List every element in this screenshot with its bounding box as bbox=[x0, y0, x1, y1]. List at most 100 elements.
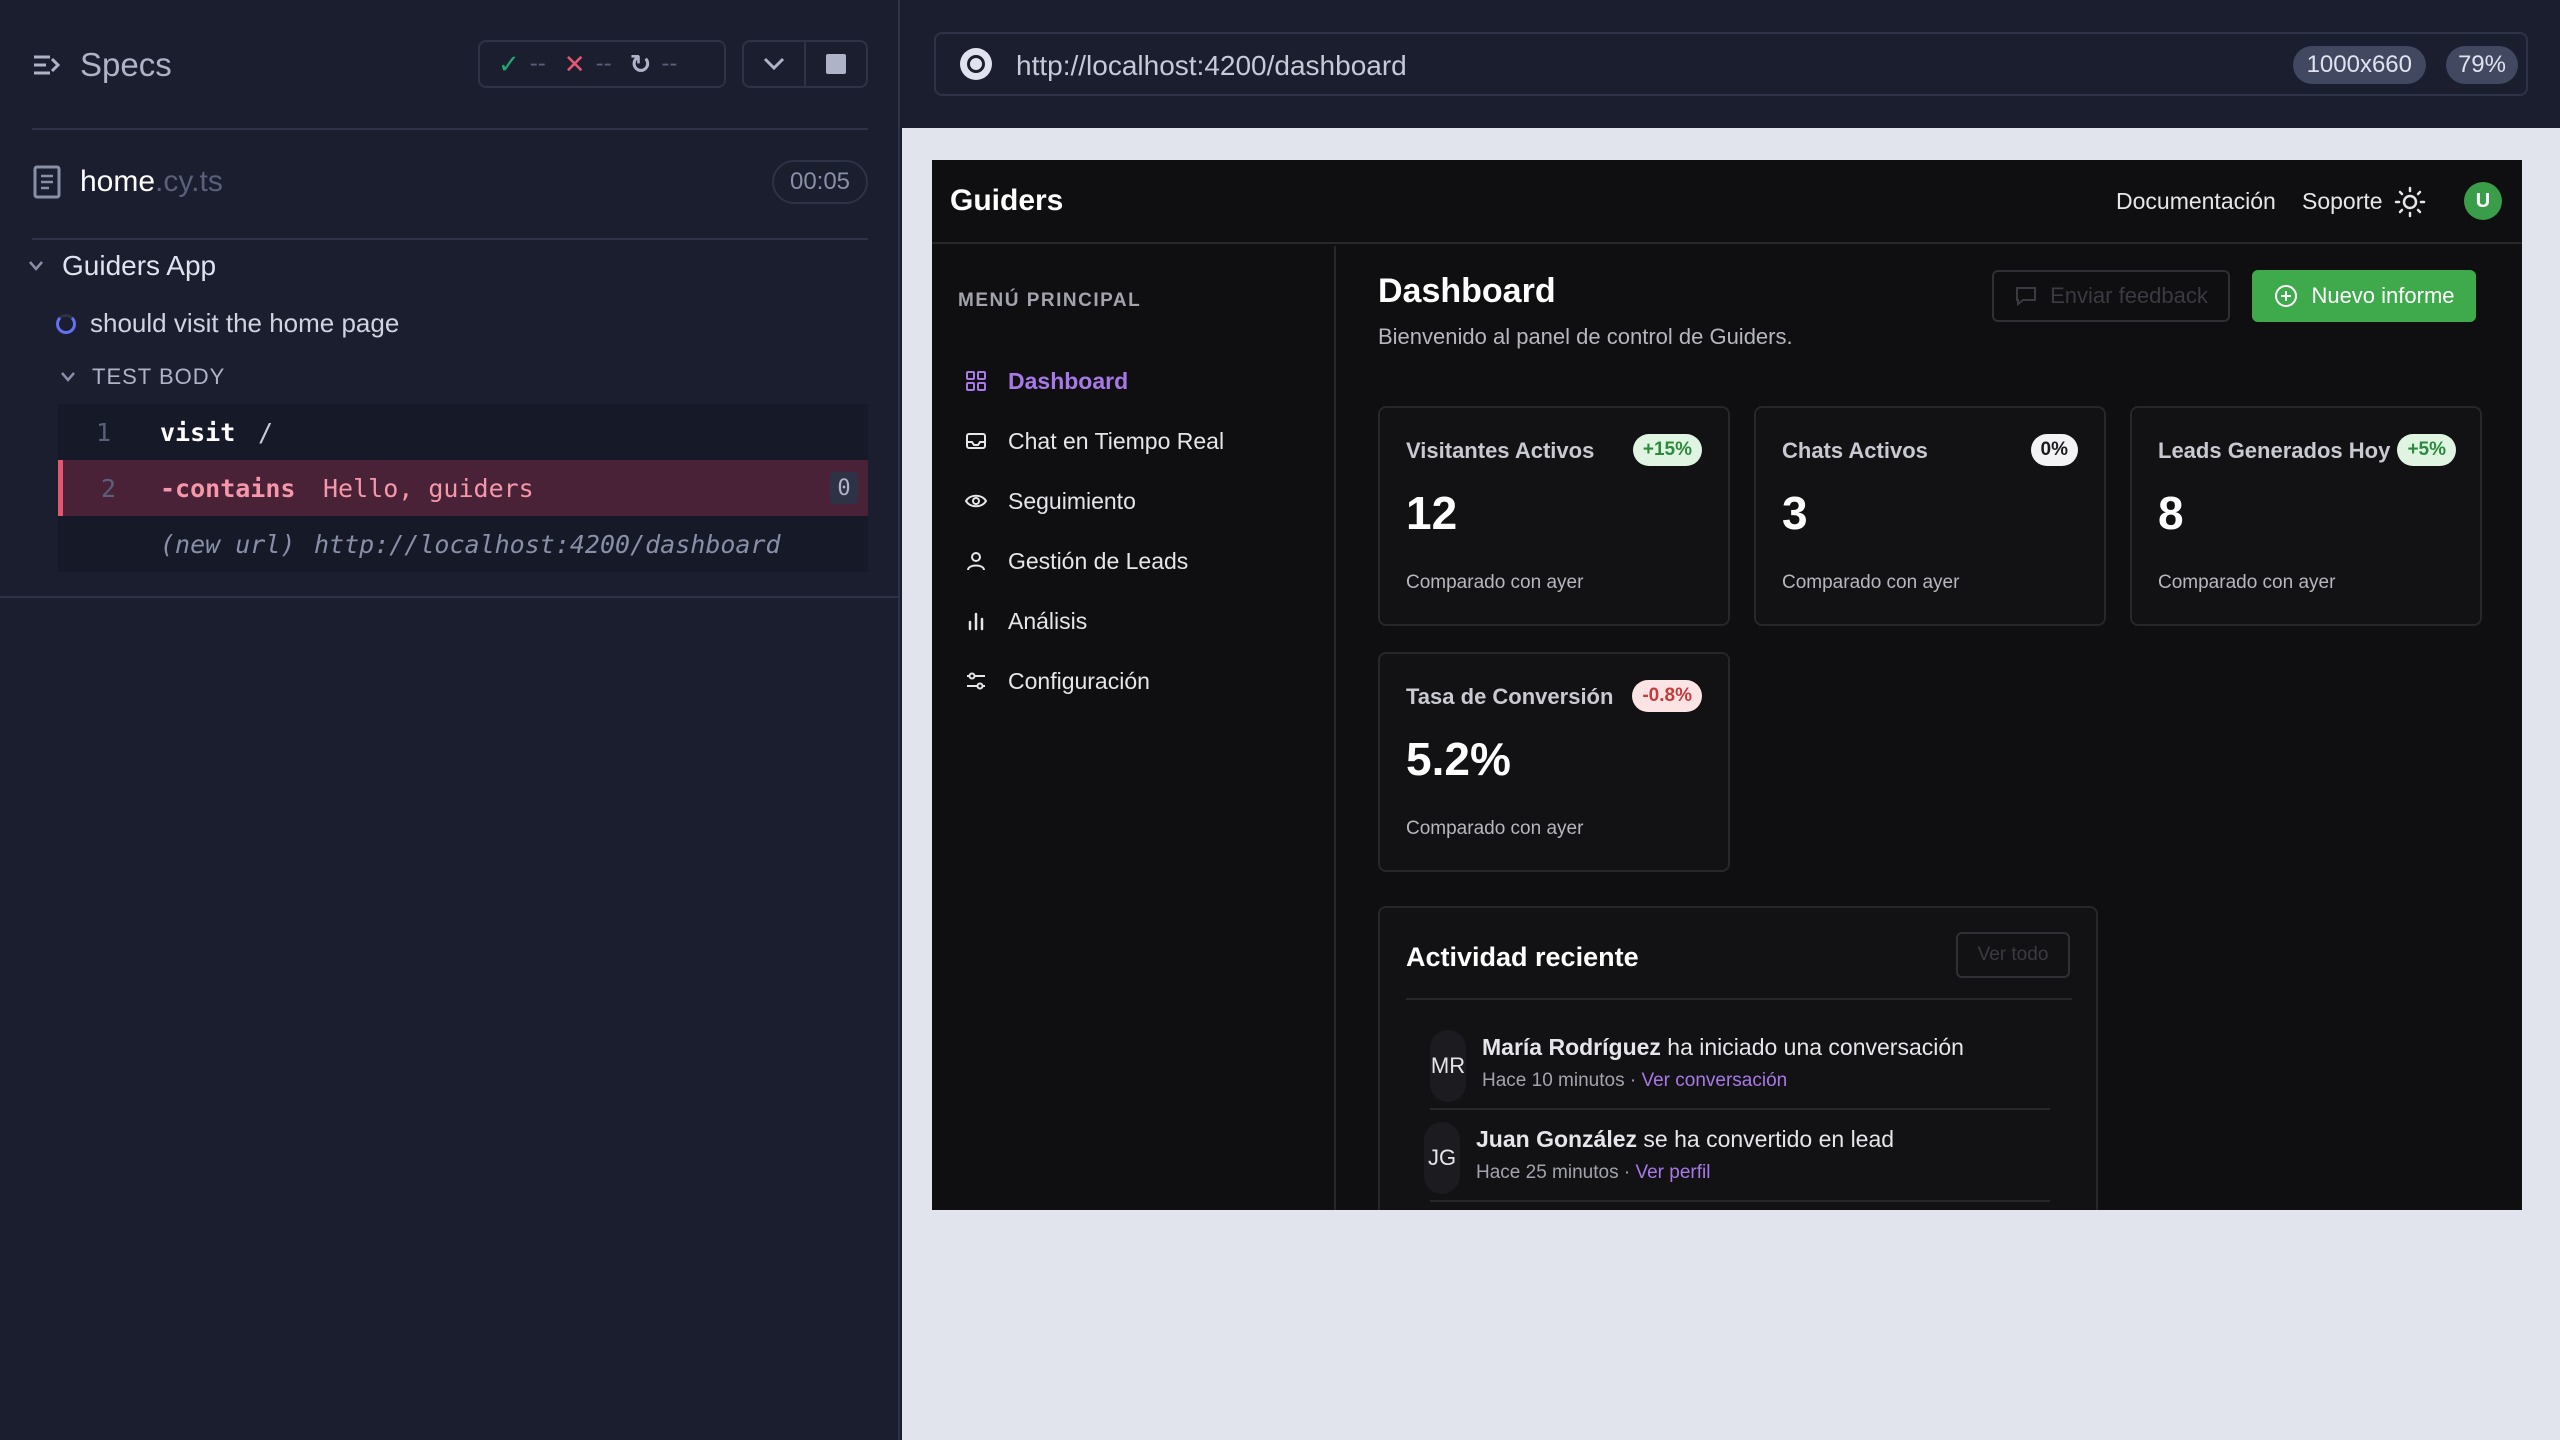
brand-logo[interactable]: Guiders bbox=[950, 184, 1063, 218]
sidebar-item-label: Dashboard bbox=[1008, 367, 1129, 394]
new-report-label: Nuevo informe bbox=[2311, 283, 2455, 308]
zoom-badge[interactable]: 79% bbox=[2445, 46, 2518, 84]
sidebar-item-label: Configuración bbox=[1008, 667, 1150, 694]
card-value: 8 bbox=[2158, 487, 2184, 539]
activity-text: Juan González se ha convertido en lead bbox=[1476, 1126, 1894, 1153]
user-icon bbox=[967, 552, 985, 571]
spec-file-row[interactable]: home.cy.ts 00:05 bbox=[0, 150, 900, 220]
activity-meta: Hace 25 minutos · Ver perfil bbox=[1476, 1162, 1710, 1184]
activity-time: Hace 10 minutos · bbox=[1482, 1070, 1642, 1091]
menu-heading: MENÚ PRINCIPAL bbox=[958, 290, 1142, 311]
sidebar-item-label: Análisis bbox=[1008, 607, 1088, 634]
event-label: (new url) bbox=[160, 529, 296, 559]
view-profile-link[interactable]: Ver perfil bbox=[1635, 1162, 1710, 1183]
command-row-active[interactable]: 2 -contains Hello, guiders 0 bbox=[58, 460, 868, 516]
test-row[interactable]: should visit the home page bbox=[56, 308, 399, 339]
sidebar-item-dashboard[interactable]: Dashboard bbox=[952, 356, 1322, 406]
passed-count: -- bbox=[529, 50, 546, 77]
activity-action: se ha convertido en lead bbox=[1637, 1126, 1895, 1152]
url-bar-area: http://localhost:4200/dashboard 1000x660… bbox=[902, 0, 2560, 128]
activity-item: JG Juan González se ha convertido en lea… bbox=[1424, 1116, 2050, 1202]
activity-user: Juan González bbox=[1476, 1126, 1638, 1152]
trend-badge: -0.8% bbox=[1632, 680, 1702, 712]
grid-icon bbox=[966, 371, 986, 391]
sidebar-item-leads[interactable]: Gestión de Leads bbox=[952, 536, 1322, 586]
command-row[interactable]: 1 visit / bbox=[58, 404, 868, 460]
trend-badge: +15% bbox=[1632, 434, 1702, 466]
divider bbox=[1406, 998, 2072, 1000]
activity-time: Hace 25 minutos · bbox=[1476, 1162, 1636, 1183]
running-status-icon bbox=[56, 313, 76, 334]
sun-icon bbox=[2394, 186, 2426, 218]
stop-button[interactable] bbox=[804, 40, 868, 88]
theme-toggle-button[interactable] bbox=[2392, 184, 2428, 220]
divider bbox=[1430, 1200, 2050, 1202]
specs-list-icon[interactable] bbox=[32, 50, 62, 80]
divider bbox=[32, 238, 868, 240]
activity-action: ha iniciado una conversación bbox=[1660, 1034, 1964, 1060]
test-body-row[interactable]: TEST BODY bbox=[60, 364, 225, 390]
element-count-badge: 0 bbox=[830, 472, 858, 504]
pending-icon: ↻ bbox=[629, 48, 652, 79]
sidebar-item-seguimiento[interactable]: Seguimiento bbox=[952, 476, 1322, 526]
stat-card-chats: Chats Activos 0% 3 Comparado con ayer bbox=[1754, 406, 2106, 626]
test-title: should visit the home page bbox=[90, 308, 400, 338]
command-log: 1 visit / 2 -contains Hello, guiders 0 (… bbox=[58, 404, 868, 572]
url-text[interactable]: http://localhost:4200/dashboard bbox=[1016, 50, 1407, 82]
toggle-auto-scroll-button[interactable] bbox=[742, 40, 806, 88]
command-number: 1 bbox=[96, 417, 112, 447]
trend-badge: 0% bbox=[2030, 434, 2078, 466]
stat-card-visitantes: Visitantes Activos +15% 12 Comparado con… bbox=[1378, 406, 1730, 626]
spec-name: home bbox=[80, 165, 156, 198]
globe-icon bbox=[960, 48, 992, 80]
nav-docs-link[interactable]: Documentación bbox=[2116, 188, 2276, 215]
trend-badge: +5% bbox=[2397, 434, 2456, 466]
command-row-event[interactable]: (new url) http://localhost:4200/dashboar… bbox=[58, 516, 868, 572]
card-note: Comparado con ayer bbox=[1782, 572, 1960, 593]
send-feedback-label: Enviar feedback bbox=[2050, 283, 2208, 308]
suite-title: Guiders App bbox=[62, 250, 217, 281]
suite-row[interactable]: Guiders App bbox=[28, 250, 216, 282]
message-icon bbox=[2016, 287, 2037, 307]
send-feedback-button[interactable]: Enviar feedback bbox=[1992, 270, 2230, 322]
reporter-header: Specs ✓ -- ✕ -- ↻ -- bbox=[0, 0, 900, 130]
view-conversation-link[interactable]: Ver conversación bbox=[1641, 1070, 1787, 1091]
new-report-button[interactable]: Nuevo informe bbox=[2252, 270, 2476, 322]
sidebar-item-configuracion[interactable]: Configuración bbox=[952, 656, 1322, 706]
recent-activity-panel: Actividad reciente Ver todo MR María Rod… bbox=[1378, 906, 2098, 1210]
sidebar-item-chat[interactable]: Chat en Tiempo Real bbox=[952, 416, 1322, 466]
specs-title[interactable]: Specs bbox=[80, 46, 172, 84]
card-value: 5.2% bbox=[1406, 733, 1511, 785]
sliders-icon bbox=[967, 672, 985, 690]
view-all-button[interactable]: Ver todo bbox=[1956, 932, 2070, 978]
avatar: JG bbox=[1424, 1122, 1460, 1194]
url-bar[interactable]: http://localhost:4200/dashboard 1000x660… bbox=[934, 32, 2528, 96]
card-value: 3 bbox=[1782, 487, 1808, 539]
card-title: Visitantes Activos bbox=[1406, 438, 1595, 463]
divider bbox=[32, 128, 868, 130]
page-title: Dashboard bbox=[1378, 272, 1556, 310]
chevron-down-icon bbox=[763, 57, 785, 71]
card-note: Comparado con ayer bbox=[1406, 818, 1584, 839]
spec-file-name: home.cy.ts bbox=[80, 165, 223, 199]
activity-title: Actividad reciente bbox=[1406, 942, 1639, 972]
stop-icon bbox=[826, 54, 846, 74]
card-note: Comparado con ayer bbox=[2158, 572, 2336, 593]
divider bbox=[1430, 1108, 2050, 1110]
sidebar: MENÚ PRINCIPAL Dashboard Chat en Tiempo … bbox=[932, 246, 1336, 1210]
test-body-label: TEST BODY bbox=[92, 364, 226, 389]
command-message: Hello, guiders bbox=[323, 473, 534, 503]
command-name: -contains bbox=[160, 473, 296, 503]
user-avatar[interactable]: U bbox=[2464, 182, 2502, 220]
bar-chart-icon bbox=[968, 612, 984, 631]
chevron-down-icon bbox=[29, 261, 43, 271]
viewport-size-badge[interactable]: 1000x660 bbox=[2292, 46, 2426, 84]
nav-support-link[interactable]: Soporte bbox=[2302, 188, 2383, 215]
sidebar-item-label: Seguimiento bbox=[1008, 487, 1136, 514]
eye-icon bbox=[964, 494, 988, 508]
passed-stat: ✓ -- bbox=[498, 49, 546, 80]
command-number: 2 bbox=[101, 473, 117, 503]
command-name: visit bbox=[160, 417, 236, 447]
sidebar-item-analisis[interactable]: Análisis bbox=[952, 596, 1322, 646]
main-content: Dashboard Bienvenido al panel de control… bbox=[1338, 246, 2522, 1210]
